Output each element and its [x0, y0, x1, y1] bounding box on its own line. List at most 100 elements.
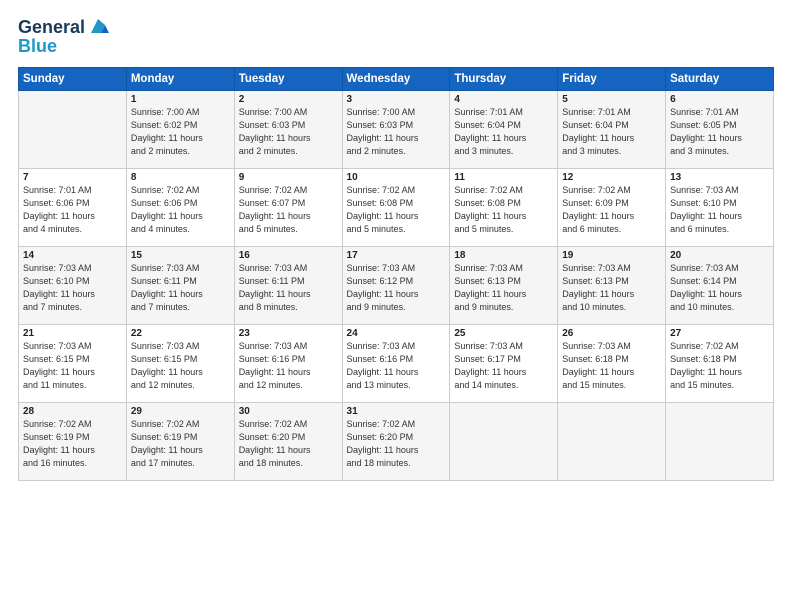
- page: General Blue SundayMondayTuesdayWednesda…: [0, 0, 792, 612]
- calendar-cell: [666, 402, 774, 480]
- day-number: 3: [347, 94, 446, 105]
- calendar-cell: 18Sunrise: 7:03 AM Sunset: 6:13 PM Dayli…: [450, 246, 558, 324]
- day-number: 11: [454, 172, 553, 183]
- calendar-cell: 14Sunrise: 7:03 AM Sunset: 6:10 PM Dayli…: [19, 246, 127, 324]
- day-number: 30: [239, 406, 338, 417]
- calendar-cell: 17Sunrise: 7:03 AM Sunset: 6:12 PM Dayli…: [342, 246, 450, 324]
- day-number: 26: [562, 328, 661, 339]
- calendar-cell: 24Sunrise: 7:03 AM Sunset: 6:16 PM Dayli…: [342, 324, 450, 402]
- day-number: 31: [347, 406, 446, 417]
- day-number: 5: [562, 94, 661, 105]
- calendar-cell: 22Sunrise: 7:03 AM Sunset: 6:15 PM Dayli…: [126, 324, 234, 402]
- day-info: Sunrise: 7:02 AM Sunset: 6:08 PM Dayligh…: [347, 184, 446, 236]
- calendar-cell: 2Sunrise: 7:00 AM Sunset: 6:03 PM Daylig…: [234, 90, 342, 168]
- logo: General Blue: [18, 18, 109, 57]
- calendar-cell: [558, 402, 666, 480]
- day-info: Sunrise: 7:02 AM Sunset: 6:19 PM Dayligh…: [23, 418, 122, 470]
- day-number: 6: [670, 94, 769, 105]
- day-info: Sunrise: 7:02 AM Sunset: 6:07 PM Dayligh…: [239, 184, 338, 236]
- calendar-cell: 29Sunrise: 7:02 AM Sunset: 6:19 PM Dayli…: [126, 402, 234, 480]
- logo-text: General: [18, 18, 85, 38]
- day-info: Sunrise: 7:02 AM Sunset: 6:19 PM Dayligh…: [131, 418, 230, 470]
- calendar-week-row: 1Sunrise: 7:00 AM Sunset: 6:02 PM Daylig…: [19, 90, 774, 168]
- calendar-cell: 12Sunrise: 7:02 AM Sunset: 6:09 PM Dayli…: [558, 168, 666, 246]
- day-number: 8: [131, 172, 230, 183]
- day-number: 25: [454, 328, 553, 339]
- day-number: 24: [347, 328, 446, 339]
- day-info: Sunrise: 7:02 AM Sunset: 6:06 PM Dayligh…: [131, 184, 230, 236]
- day-info: Sunrise: 7:01 AM Sunset: 6:04 PM Dayligh…: [562, 106, 661, 158]
- logo-icon: [87, 15, 109, 37]
- day-info: Sunrise: 7:02 AM Sunset: 6:09 PM Dayligh…: [562, 184, 661, 236]
- header: General Blue: [18, 18, 774, 57]
- calendar-cell: 28Sunrise: 7:02 AM Sunset: 6:19 PM Dayli…: [19, 402, 127, 480]
- day-info: Sunrise: 7:03 AM Sunset: 6:16 PM Dayligh…: [347, 340, 446, 392]
- day-info: Sunrise: 7:03 AM Sunset: 6:16 PM Dayligh…: [239, 340, 338, 392]
- day-info: Sunrise: 7:00 AM Sunset: 6:03 PM Dayligh…: [347, 106, 446, 158]
- calendar-week-row: 14Sunrise: 7:03 AM Sunset: 6:10 PM Dayli…: [19, 246, 774, 324]
- calendar-cell: 16Sunrise: 7:03 AM Sunset: 6:11 PM Dayli…: [234, 246, 342, 324]
- calendar-week-row: 21Sunrise: 7:03 AM Sunset: 6:15 PM Dayli…: [19, 324, 774, 402]
- day-info: Sunrise: 7:02 AM Sunset: 6:20 PM Dayligh…: [239, 418, 338, 470]
- header-row: SundayMondayTuesdayWednesdayThursdayFrid…: [19, 67, 774, 90]
- day-info: Sunrise: 7:01 AM Sunset: 6:04 PM Dayligh…: [454, 106, 553, 158]
- day-number: 23: [239, 328, 338, 339]
- calendar-cell: [450, 402, 558, 480]
- day-info: Sunrise: 7:03 AM Sunset: 6:17 PM Dayligh…: [454, 340, 553, 392]
- calendar-cell: [19, 90, 127, 168]
- day-number: 4: [454, 94, 553, 105]
- calendar-cell: 30Sunrise: 7:02 AM Sunset: 6:20 PM Dayli…: [234, 402, 342, 480]
- day-info: Sunrise: 7:02 AM Sunset: 6:20 PM Dayligh…: [347, 418, 446, 470]
- header-day: Monday: [126, 67, 234, 90]
- day-number: 27: [670, 328, 769, 339]
- day-number: 16: [239, 250, 338, 261]
- calendar-cell: 9Sunrise: 7:02 AM Sunset: 6:07 PM Daylig…: [234, 168, 342, 246]
- day-info: Sunrise: 7:00 AM Sunset: 6:02 PM Dayligh…: [131, 106, 230, 158]
- header-day: Thursday: [450, 67, 558, 90]
- calendar-cell: 6Sunrise: 7:01 AM Sunset: 6:05 PM Daylig…: [666, 90, 774, 168]
- calendar-cell: 3Sunrise: 7:00 AM Sunset: 6:03 PM Daylig…: [342, 90, 450, 168]
- day-info: Sunrise: 7:03 AM Sunset: 6:13 PM Dayligh…: [562, 262, 661, 314]
- header-day: Saturday: [666, 67, 774, 90]
- day-number: 13: [670, 172, 769, 183]
- day-number: 21: [23, 328, 122, 339]
- day-number: 2: [239, 94, 338, 105]
- calendar-cell: 21Sunrise: 7:03 AM Sunset: 6:15 PM Dayli…: [19, 324, 127, 402]
- header-day: Friday: [558, 67, 666, 90]
- calendar-cell: 27Sunrise: 7:02 AM Sunset: 6:18 PM Dayli…: [666, 324, 774, 402]
- day-number: 12: [562, 172, 661, 183]
- day-info: Sunrise: 7:02 AM Sunset: 6:08 PM Dayligh…: [454, 184, 553, 236]
- calendar-cell: 8Sunrise: 7:02 AM Sunset: 6:06 PM Daylig…: [126, 168, 234, 246]
- day-info: Sunrise: 7:03 AM Sunset: 6:13 PM Dayligh…: [454, 262, 553, 314]
- header-day: Tuesday: [234, 67, 342, 90]
- day-number: 17: [347, 250, 446, 261]
- day-info: Sunrise: 7:03 AM Sunset: 6:14 PM Dayligh…: [670, 262, 769, 314]
- day-info: Sunrise: 7:00 AM Sunset: 6:03 PM Dayligh…: [239, 106, 338, 158]
- day-number: 19: [562, 250, 661, 261]
- calendar-cell: 1Sunrise: 7:00 AM Sunset: 6:02 PM Daylig…: [126, 90, 234, 168]
- calendar-table: SundayMondayTuesdayWednesdayThursdayFrid…: [18, 67, 774, 481]
- calendar-cell: 25Sunrise: 7:03 AM Sunset: 6:17 PM Dayli…: [450, 324, 558, 402]
- header-day: Wednesday: [342, 67, 450, 90]
- day-number: 1: [131, 94, 230, 105]
- day-info: Sunrise: 7:03 AM Sunset: 6:10 PM Dayligh…: [23, 262, 122, 314]
- calendar-week-row: 28Sunrise: 7:02 AM Sunset: 6:19 PM Dayli…: [19, 402, 774, 480]
- day-number: 7: [23, 172, 122, 183]
- day-number: 20: [670, 250, 769, 261]
- day-number: 28: [23, 406, 122, 417]
- calendar-cell: 26Sunrise: 7:03 AM Sunset: 6:18 PM Dayli…: [558, 324, 666, 402]
- day-info: Sunrise: 7:03 AM Sunset: 6:11 PM Dayligh…: [131, 262, 230, 314]
- day-info: Sunrise: 7:03 AM Sunset: 6:18 PM Dayligh…: [562, 340, 661, 392]
- header-day: Sunday: [19, 67, 127, 90]
- day-info: Sunrise: 7:03 AM Sunset: 6:15 PM Dayligh…: [23, 340, 122, 392]
- day-number: 10: [347, 172, 446, 183]
- logo-blue: Blue: [18, 36, 109, 57]
- calendar-cell: 4Sunrise: 7:01 AM Sunset: 6:04 PM Daylig…: [450, 90, 558, 168]
- day-number: 29: [131, 406, 230, 417]
- day-info: Sunrise: 7:01 AM Sunset: 6:06 PM Dayligh…: [23, 184, 122, 236]
- day-info: Sunrise: 7:03 AM Sunset: 6:12 PM Dayligh…: [347, 262, 446, 314]
- calendar-cell: 11Sunrise: 7:02 AM Sunset: 6:08 PM Dayli…: [450, 168, 558, 246]
- calendar-cell: 19Sunrise: 7:03 AM Sunset: 6:13 PM Dayli…: [558, 246, 666, 324]
- calendar-cell: 15Sunrise: 7:03 AM Sunset: 6:11 PM Dayli…: [126, 246, 234, 324]
- calendar-cell: 5Sunrise: 7:01 AM Sunset: 6:04 PM Daylig…: [558, 90, 666, 168]
